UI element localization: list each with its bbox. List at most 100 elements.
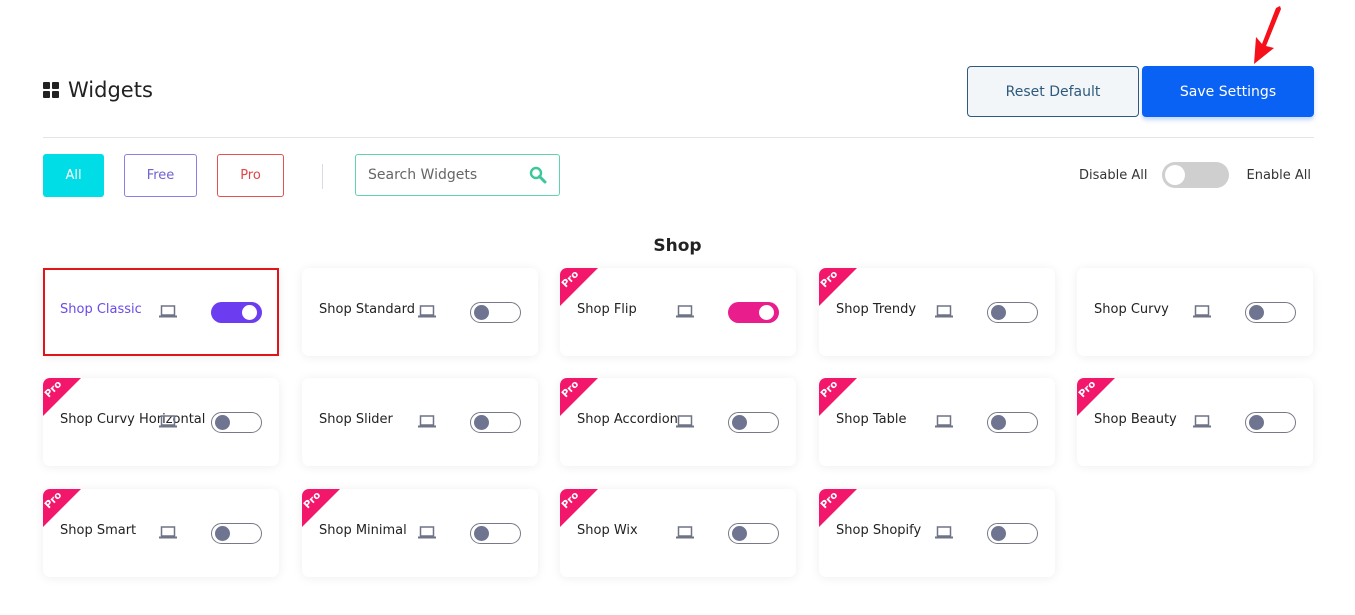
widget-card: Shop Slider [302, 378, 538, 466]
laptop-icon [418, 305, 436, 318]
widget-toggle[interactable] [470, 523, 521, 544]
toggle-knob [215, 415, 230, 430]
pro-badge: Pro [560, 489, 598, 527]
pro-badge-label: Pro [560, 378, 582, 401]
pro-badge-label: Pro [819, 268, 841, 291]
widget-card: Shop Standard [302, 268, 538, 356]
widget-name: Shop Table [836, 412, 907, 427]
widget-card: Pro Shop Wix [560, 489, 796, 577]
laptop-icon [935, 415, 953, 428]
widget-name: Shop Wix [577, 523, 638, 538]
toggle-knob [1249, 415, 1264, 430]
global-toggle-group: Disable All Enable All [1079, 162, 1311, 188]
page-title-text: Widgets [68, 78, 153, 102]
widget-card: Pro Shop Flip [560, 268, 796, 356]
pro-badge-label: Pro [560, 489, 582, 512]
widget-toggle[interactable] [987, 523, 1038, 544]
reset-default-button[interactable]: Reset Default [967, 66, 1139, 117]
toggle-knob [1165, 165, 1186, 185]
widget-toggle[interactable] [470, 302, 521, 323]
widget-toggle[interactable] [728, 412, 779, 433]
widget-name: Shop Smart [60, 523, 137, 538]
pro-badge-label: Pro [1077, 378, 1099, 401]
laptop-icon [159, 415, 177, 428]
widget-name: Shop Curvy [1094, 302, 1169, 317]
disable-all-label[interactable]: Disable All [1079, 168, 1147, 183]
pro-badge-label: Pro [43, 378, 65, 401]
widget-name: Shop Flip [577, 302, 637, 317]
red-arrow-annotation-icon [1254, 6, 1281, 64]
toggle-knob [732, 526, 747, 541]
pro-badge: Pro [1077, 378, 1115, 416]
widget-card: Pro Shop Accordion [560, 378, 796, 466]
page-header: Widgets Reset Default Save Settings [43, 66, 1314, 118]
widget-name: Shop Trendy [836, 302, 917, 317]
widget-card: Pro Shop Trendy [819, 268, 1055, 356]
laptop-icon [935, 305, 953, 318]
toggle-knob [991, 415, 1006, 430]
widget-toggle[interactable] [1245, 302, 1296, 323]
pro-badge: Pro [819, 268, 857, 306]
laptop-icon [935, 526, 953, 539]
pro-badge: Pro [302, 489, 340, 527]
header-divider [43, 137, 1314, 138]
widget-name: Shop Beauty [1094, 412, 1177, 427]
search-input[interactable] [368, 167, 529, 183]
widget-toggle[interactable] [211, 302, 262, 323]
widget-card: Shop Classic [43, 268, 279, 356]
widget-toggle[interactable] [987, 412, 1038, 433]
toggle-knob [1249, 305, 1264, 320]
page-title: Widgets [43, 78, 153, 102]
widget-toggle[interactable] [470, 412, 521, 433]
laptop-icon [1193, 415, 1211, 428]
laptop-icon [159, 305, 177, 318]
pro-badge: Pro [819, 378, 857, 416]
widget-toggle[interactable] [211, 523, 262, 544]
laptop-icon [159, 526, 177, 539]
widget-toggle[interactable] [1245, 412, 1296, 433]
enable-all-label[interactable]: Enable All [1246, 168, 1311, 183]
widget-card: Pro Shop Table [819, 378, 1055, 466]
pro-badge-label: Pro [819, 378, 841, 401]
laptop-icon [676, 305, 694, 318]
search-icon[interactable] [529, 166, 547, 184]
filter-pro-button[interactable]: Pro [217, 154, 284, 197]
filter-free-button[interactable]: Free [124, 154, 197, 197]
toggle-knob [474, 415, 489, 430]
widget-name: Shop Classic [60, 302, 142, 317]
toggle-knob [474, 305, 489, 320]
save-settings-button[interactable]: Save Settings [1142, 66, 1314, 117]
pro-badge-label: Pro [560, 268, 582, 291]
widget-name: Shop Minimal [319, 523, 407, 538]
pro-badge: Pro [560, 268, 598, 306]
widget-name: Shop Curvy Horizontal [60, 412, 206, 427]
enable-all-toggle[interactable] [1162, 162, 1230, 188]
laptop-icon [418, 526, 436, 539]
pro-badge-label: Pro [302, 489, 324, 512]
toggle-knob [991, 526, 1006, 541]
widget-card: Shop Curvy [1077, 268, 1313, 356]
toggle-knob [759, 305, 774, 320]
widget-toggle[interactable] [211, 412, 262, 433]
filter-all-button[interactable]: All [43, 154, 104, 197]
toggle-knob [991, 305, 1006, 320]
widget-toggle[interactable] [728, 523, 779, 544]
widget-name: Shop Standard [319, 302, 415, 317]
widget-name: Shop Shopify [836, 523, 922, 538]
laptop-icon [418, 415, 436, 428]
widget-card: Pro Shop Beauty [1077, 378, 1313, 466]
toggle-knob [215, 526, 230, 541]
widget-card: Pro Shop Curvy Horizontal [43, 378, 279, 466]
pro-badge: Pro [560, 378, 598, 416]
search-box[interactable] [355, 154, 560, 196]
section-title: Shop [653, 236, 702, 256]
pro-badge: Pro [43, 489, 81, 527]
laptop-icon [676, 415, 694, 428]
widget-toggle[interactable] [987, 302, 1038, 323]
grid-icon [43, 81, 60, 99]
widget-card: Pro Shop Minimal [302, 489, 538, 577]
filter-separator [322, 164, 323, 189]
widget-toggle[interactable] [728, 302, 779, 323]
widget-card: Pro Shop Shopify [819, 489, 1055, 577]
laptop-icon [1193, 305, 1211, 318]
